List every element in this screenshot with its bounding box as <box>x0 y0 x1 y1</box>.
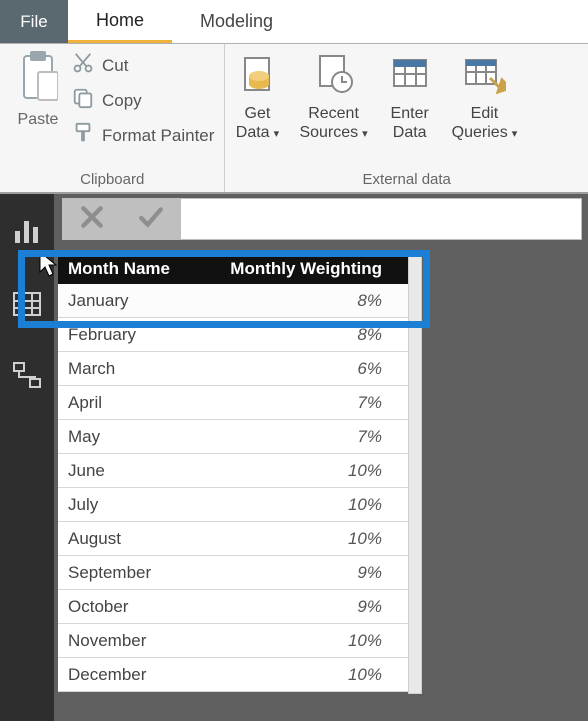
cell-month: June <box>58 461 206 481</box>
ribbon-group-external-data: Get Data ▾ Recent Sources ▾ Enter Data <box>225 44 588 192</box>
cell-weight: 10% <box>206 495 396 515</box>
tab-home[interactable]: Home <box>68 0 172 43</box>
cell-weight: 8% <box>206 291 396 311</box>
ribbon-group-clipboard: Paste Cut Copy <box>0 44 225 192</box>
cell-weight: 9% <box>206 597 396 617</box>
cell-weight: 7% <box>206 427 396 447</box>
scissors-icon <box>72 52 94 79</box>
cut-label: Cut <box>102 56 128 76</box>
get-data-label-1: Get <box>245 105 271 122</box>
cell-month: May <box>58 427 206 447</box>
tab-file[interactable]: File <box>0 0 68 43</box>
edit-queries-button[interactable]: Edit Queries ▾ <box>452 52 518 142</box>
tab-modeling[interactable]: Modeling <box>172 0 301 43</box>
table-row[interactable]: January8% <box>58 284 408 318</box>
formula-bar <box>62 198 582 240</box>
cancel-formula-button[interactable] <box>79 204 105 235</box>
cell-weight: 9% <box>206 563 396 583</box>
table-row[interactable]: March6% <box>58 352 408 386</box>
data-grid: Month Name Monthly Weighting January8%Fe… <box>58 254 408 692</box>
cell-weight: 10% <box>206 461 396 481</box>
table-row[interactable]: May7% <box>58 420 408 454</box>
cell-month: January <box>58 291 206 311</box>
table-row[interactable]: June10% <box>58 454 408 488</box>
table-row[interactable]: September9% <box>58 556 408 590</box>
caret-down-icon: ▾ <box>512 128 518 140</box>
copy-button[interactable]: Copy <box>72 87 214 114</box>
edit-label-2: Queries <box>452 124 508 141</box>
ribbon-tabstrip: File Home Modeling <box>0 0 588 44</box>
cell-month: February <box>58 325 206 345</box>
ribbon: Paste Cut Copy <box>0 44 588 194</box>
cell-month: September <box>58 563 206 583</box>
table-icon <box>388 52 432 105</box>
vertical-scrollbar[interactable] <box>408 254 422 694</box>
table-row[interactable]: December10% <box>58 658 408 692</box>
group-label-clipboard: Clipboard <box>10 169 214 190</box>
check-icon <box>138 217 164 234</box>
format-painter-button[interactable]: Format Painter <box>72 122 214 149</box>
get-data-button[interactable]: Get Data ▾ <box>235 52 279 142</box>
group-label-external-data: External data <box>235 169 578 190</box>
paste-button[interactable]: Paste <box>10 48 66 129</box>
cell-month: November <box>58 631 206 651</box>
recent-sources-button[interactable]: Recent Sources ▾ <box>299 52 367 142</box>
recent-label-1: Recent <box>308 105 359 122</box>
view-switcher <box>0 194 54 721</box>
cell-weight: 6% <box>206 359 396 379</box>
cell-month: December <box>58 665 206 685</box>
data-view-button[interactable] <box>7 286 47 326</box>
caret-down-icon: ▾ <box>362 128 368 140</box>
copy-icon <box>72 87 94 114</box>
enter-label-2: Data <box>393 124 427 141</box>
table-row[interactable]: April7% <box>58 386 408 420</box>
cell-weight: 10% <box>206 665 396 685</box>
edit-label-1: Edit <box>471 105 499 122</box>
cell-month: August <box>58 529 206 549</box>
caret-down-icon: ▾ <box>274 128 280 140</box>
column-header-weight[interactable]: Monthly Weighting <box>206 259 396 279</box>
bar-chart-icon <box>12 217 42 252</box>
table-row[interactable]: July10% <box>58 488 408 522</box>
relationship-icon <box>12 361 42 396</box>
cell-weight: 8% <box>206 325 396 345</box>
formula-input[interactable] <box>180 198 582 240</box>
report-view-button[interactable] <box>7 214 47 254</box>
commit-formula-button[interactable] <box>138 204 164 235</box>
work-area: Month Name Monthly Weighting January8%Fe… <box>0 194 588 721</box>
edit-table-icon <box>462 52 506 105</box>
cell-weight: 7% <box>206 393 396 413</box>
canvas: Month Name Monthly Weighting January8%Fe… <box>54 194 588 721</box>
cell-month: April <box>58 393 206 413</box>
recent-label-2: Sources <box>299 124 358 141</box>
recent-icon <box>312 52 356 105</box>
get-data-label-2: Data <box>236 124 270 141</box>
x-icon <box>79 217 105 234</box>
model-view-button[interactable] <box>7 358 47 398</box>
format-painter-label: Format Painter <box>102 126 214 146</box>
database-icon <box>235 52 279 105</box>
table-row[interactable]: February8% <box>58 318 408 352</box>
enter-data-button[interactable]: Enter Data <box>388 52 432 142</box>
table-row[interactable]: October9% <box>58 590 408 624</box>
column-header-month[interactable]: Month Name <box>58 259 206 279</box>
enter-label-1: Enter <box>391 105 429 122</box>
cut-button[interactable]: Cut <box>72 52 214 79</box>
cell-weight: 10% <box>206 631 396 651</box>
paste-label: Paste <box>18 111 59 129</box>
table-row[interactable]: August10% <box>58 522 408 556</box>
paintbrush-icon <box>72 122 94 149</box>
cell-weight: 10% <box>206 529 396 549</box>
copy-label: Copy <box>102 91 142 111</box>
cell-month: October <box>58 597 206 617</box>
table-row[interactable]: November10% <box>58 624 408 658</box>
clipboard-icon <box>18 50 58 109</box>
grid-icon <box>12 289 42 324</box>
table-header-row: Month Name Monthly Weighting <box>58 254 408 284</box>
cell-month: July <box>58 495 206 515</box>
cell-month: March <box>58 359 206 379</box>
